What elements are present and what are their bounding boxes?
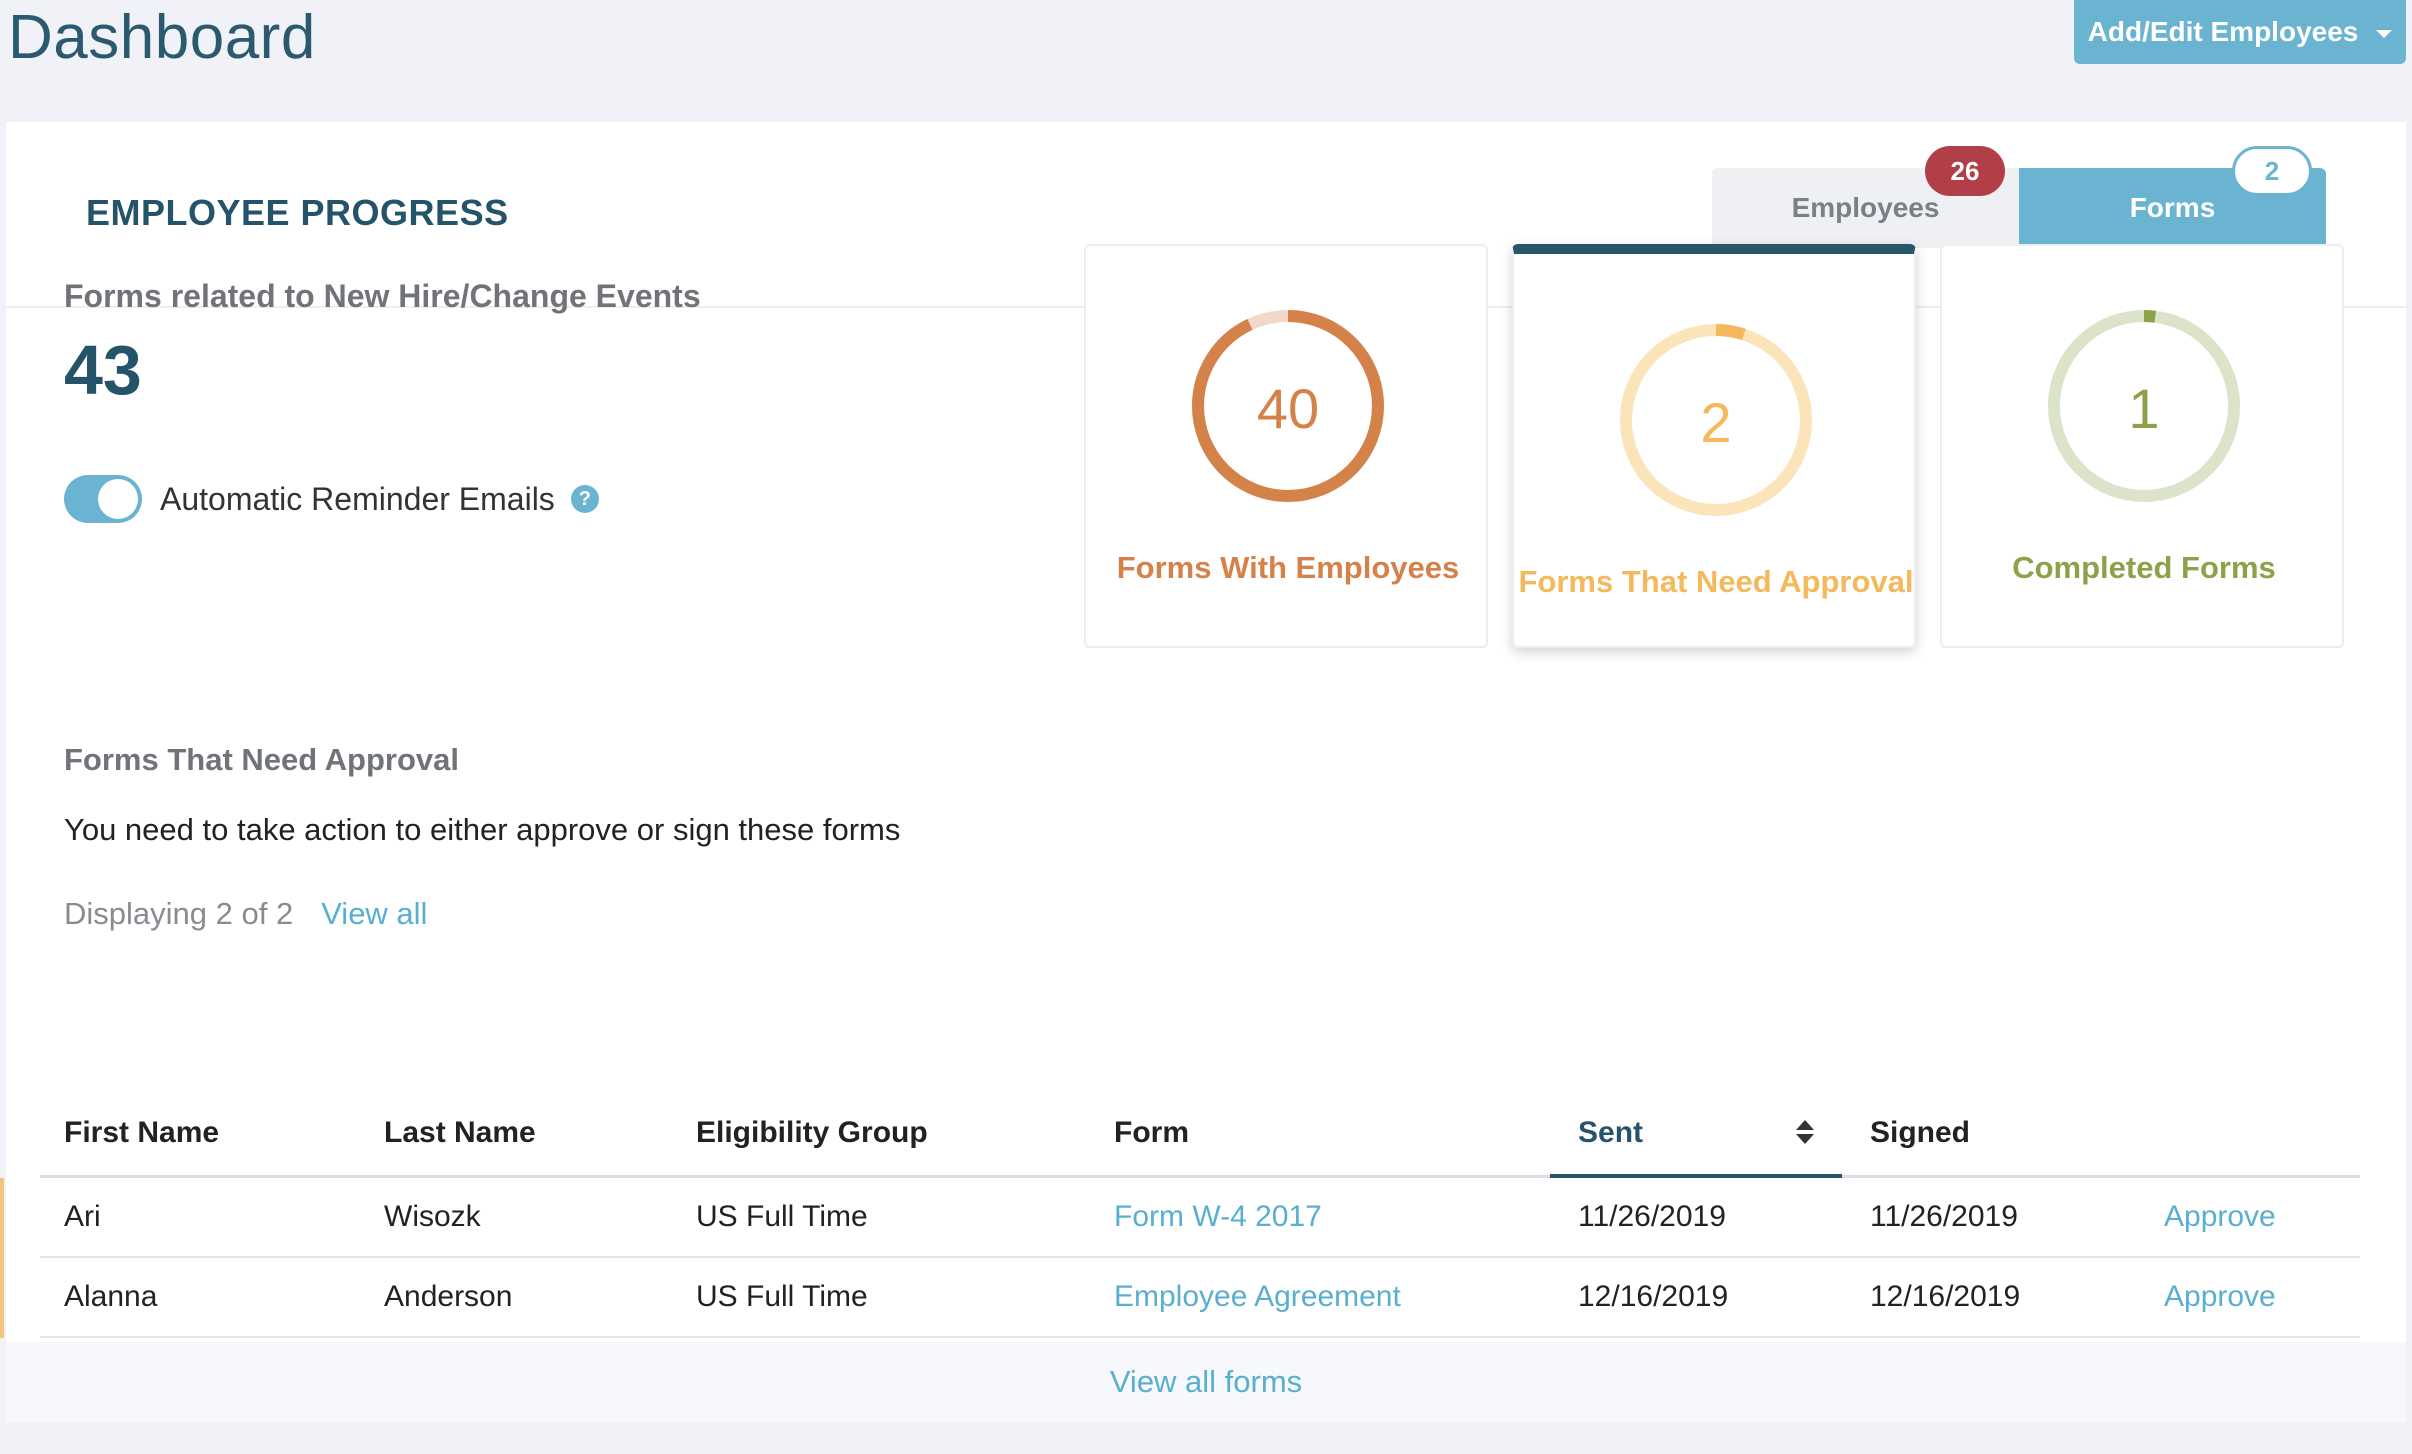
approval-title: Forms That Need Approval	[64, 742, 460, 777]
sort-icon[interactable]	[1796, 1120, 1816, 1148]
card-label: Forms With Employees	[1116, 550, 1460, 585]
view-all-forms-link[interactable]: View all forms	[6, 1342, 2406, 1422]
col-sent[interactable]: Sent	[1578, 1090, 1643, 1175]
approval-description: You need to take action to either approv…	[64, 812, 901, 847]
reminder-label: Automatic Reminder Emails	[160, 480, 555, 517]
cell-eligibility-group: US Full Time	[696, 1200, 868, 1233]
col-last-name[interactable]: Last Name	[384, 1090, 536, 1175]
form-link[interactable]: Employee Agreement	[1114, 1258, 1401, 1336]
tab-forms[interactable]: Forms 2	[2019, 146, 2326, 248]
add-edit-employees-label: Add/Edit Employees	[2087, 16, 2359, 47]
reminder-toggle-switch[interactable]	[64, 475, 142, 523]
display-row: Displaying 2 of 2 View all	[64, 896, 427, 932]
cell-first-name: Alanna	[64, 1280, 158, 1313]
approve-link[interactable]: Approve	[2164, 1258, 2276, 1336]
cell-signed: 12/16/2019	[1870, 1280, 2021, 1313]
table-header: First Name Last Name Eligibility Group F…	[40, 1090, 2360, 1178]
page-title: Dashboard	[8, 3, 316, 72]
table-row: Alanna Anderson US Full Time Employee Ag…	[0, 1258, 2360, 1338]
tab-employees[interactable]: Employees 26	[1712, 146, 2019, 248]
cell-eligibility-group: US Full Time	[696, 1280, 868, 1313]
card-value: 2	[1700, 391, 1732, 454]
cell-signed: 11/26/2019	[1870, 1200, 2018, 1233]
approval-table: First Name Last Name Eligibility Group F…	[0, 1090, 2360, 1338]
summary-label: Forms related to New Hire/Change Events	[64, 278, 701, 314]
approve-link[interactable]: Approve	[2164, 1178, 2276, 1256]
col-signed[interactable]: Signed	[1870, 1090, 1970, 1175]
add-edit-employees-button[interactable]: Add/Edit Employees	[2074, 0, 2406, 64]
card-forms-need-approval[interactable]: 2 Forms That Need Approval	[1512, 244, 1916, 648]
summary-count: 43	[64, 331, 142, 409]
card-label: Completed Forms	[2012, 550, 2276, 585]
caret-down-icon	[2376, 30, 2393, 38]
view-all-link[interactable]: View all	[321, 896, 427, 932]
card-completed-forms[interactable]: 1 Completed Forms	[1940, 244, 2344, 648]
card-value: 1	[2128, 377, 2160, 440]
table-row: Ari Wisozk US Full Time Form W-4 2017 11…	[0, 1178, 2360, 1258]
col-eligibility-group[interactable]: Eligibility Group	[696, 1090, 928, 1175]
card-forms-with-employees[interactable]: 40 Forms With Employees	[1084, 244, 1488, 648]
cell-sent: 11/26/2019	[1578, 1200, 1726, 1233]
col-form[interactable]: Form	[1114, 1090, 1189, 1175]
cell-first-name: Ari	[64, 1200, 101, 1233]
display-count: Displaying 2 of 2	[64, 896, 294, 931]
form-link[interactable]: Form W-4 2017	[1114, 1178, 1322, 1256]
toggle-knob	[98, 479, 138, 519]
tab-employees-label: Employees	[1791, 192, 1940, 223]
cell-last-name: Wisozk	[384, 1200, 481, 1233]
col-first-name[interactable]: First Name	[64, 1090, 219, 1175]
card-label: Forms That Need Approval	[1518, 564, 1914, 599]
card-value: 40	[1256, 377, 1320, 440]
cell-last-name: Anderson	[384, 1280, 513, 1313]
forms-count-badge: 2	[2232, 146, 2312, 196]
section-title: EMPLOYEE PROGRESS	[86, 192, 509, 233]
help-icon[interactable]: ?	[570, 485, 599, 513]
employees-count-badge: 26	[1925, 146, 2005, 196]
cell-sent: 12/16/2019	[1578, 1280, 1729, 1313]
reminder-row: Automatic Reminder Emails ?	[64, 474, 599, 524]
view-toggle: Employees 26 Forms 2	[1712, 146, 2326, 248]
tab-forms-label: Forms	[2129, 192, 2216, 223]
